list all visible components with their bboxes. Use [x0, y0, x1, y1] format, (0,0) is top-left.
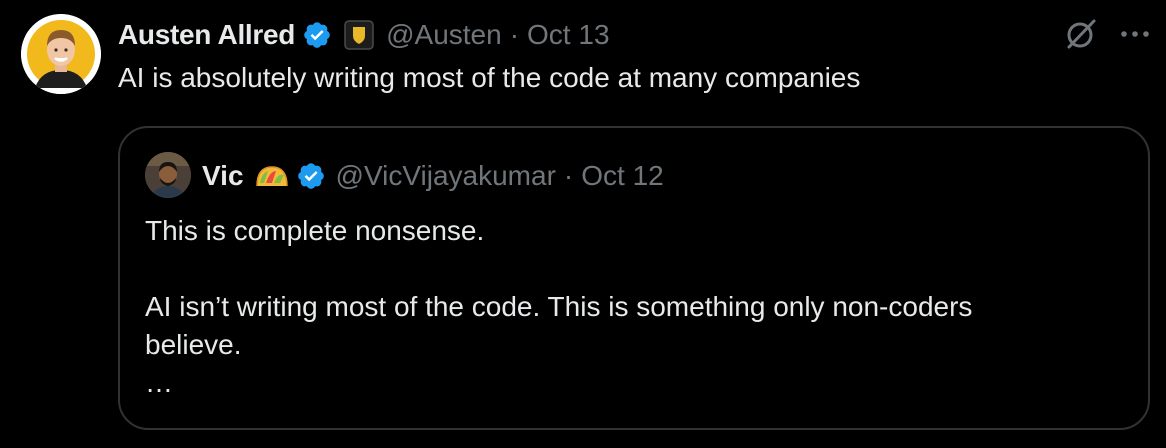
avatar[interactable]	[21, 14, 101, 94]
quote-text-line: This is complete nonsense.	[145, 215, 485, 246]
tweet-header: Austen Allred @Austen · Oct 13	[118, 16, 610, 54]
separator-dot: ·	[509, 19, 520, 50]
tweet[interactable]: Austen Allred @Austen · Oct 13 AI is abs…	[0, 0, 1166, 448]
quote-author-handle[interactable]: @VicVijayakumar	[336, 160, 556, 192]
quote-verified-badge-icon[interactable]	[296, 161, 326, 191]
quote-author-name[interactable]: Vic	[202, 160, 244, 192]
verified-badge-icon[interactable]	[302, 20, 332, 50]
quote-truncation-ellipsis: …	[145, 367, 173, 398]
quote-date[interactable]: Oct 12	[581, 160, 663, 192]
avatar-image	[21, 14, 101, 94]
quote-text-line: AI isn’t writing most of the code. This …	[145, 291, 973, 322]
tweet-text: AI is absolutely writing most of the cod…	[118, 62, 861, 93]
taco-emoji-icon	[254, 163, 290, 189]
grok-icon[interactable]	[1063, 16, 1099, 52]
author-handle[interactable]: @Austen	[386, 19, 502, 51]
more-icon[interactable]	[1118, 22, 1152, 46]
quote-text: This is complete nonsense. AI isn’t writ…	[145, 212, 1105, 402]
quote-text-line: believe.	[145, 329, 242, 360]
author-name[interactable]: Austen Allred	[118, 19, 295, 51]
quote-separator-dot: ·	[563, 160, 574, 191]
quote-avatar-image	[145, 152, 191, 198]
quoted-tweet[interactable]: Vic @VicVijayakumar · Oct 12 This is com…	[118, 126, 1150, 430]
quote-avatar[interactable]	[145, 152, 191, 198]
tweet-date[interactable]: Oct 13	[527, 19, 609, 51]
affiliate-badge-icon[interactable]	[344, 20, 374, 50]
quote-header: Vic @VicVijayakumar · Oct 12	[202, 156, 664, 196]
